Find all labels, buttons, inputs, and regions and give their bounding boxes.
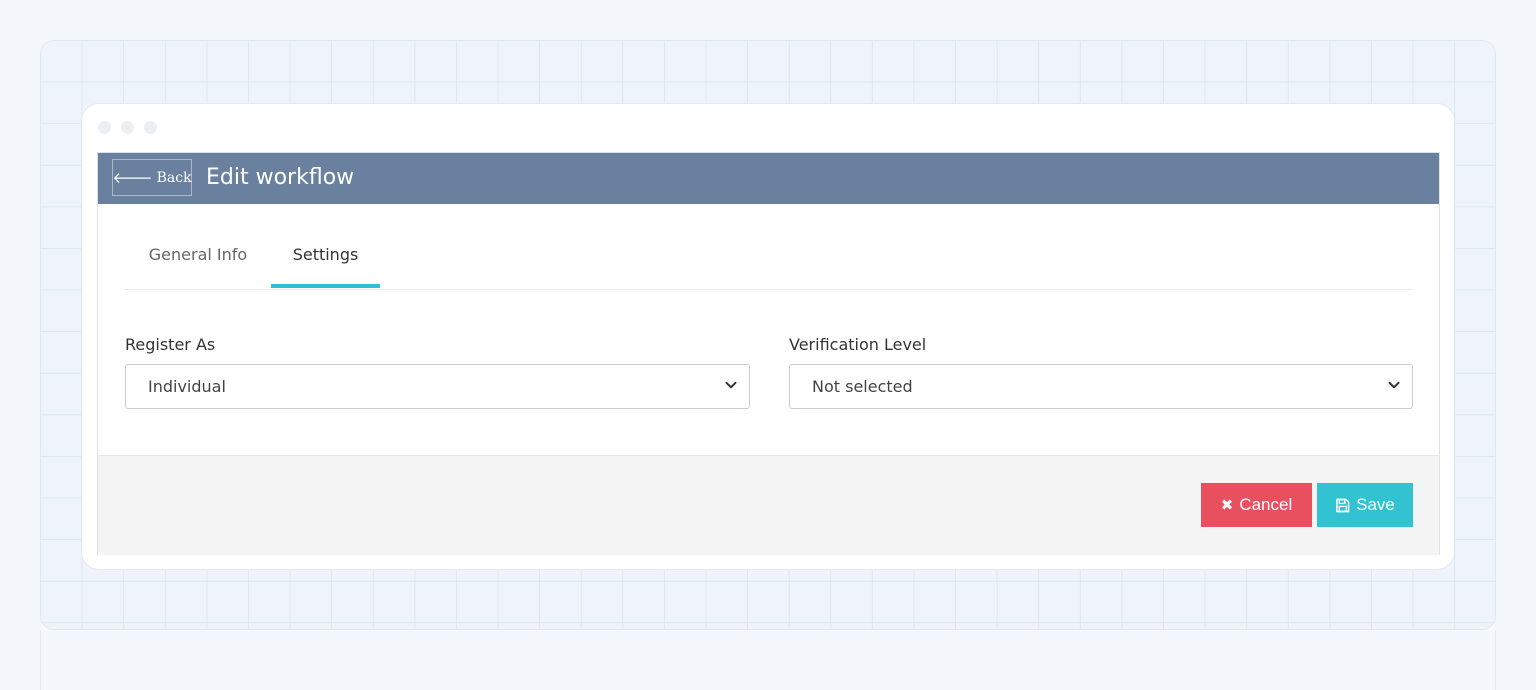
window-dot xyxy=(144,121,157,134)
register-as-select[interactable]: Individual xyxy=(125,364,750,409)
background-lower-panel xyxy=(40,630,1496,690)
arrow-left-icon: 🡐 xyxy=(112,169,153,187)
cancel-button[interactable]: ✖ Cancel xyxy=(1201,483,1312,527)
verification-level-select[interactable]: Not selected xyxy=(789,364,1413,409)
floppy-disk-icon xyxy=(1336,498,1350,512)
form-footer: ✖ Cancel Save xyxy=(98,455,1439,555)
chevron-down-icon xyxy=(1388,381,1400,389)
verification-level-value: Not selected xyxy=(812,377,913,396)
back-button[interactable]: 🡐 Back xyxy=(112,159,192,196)
header-bar: 🡐 Back Edit workflow xyxy=(98,153,1439,204)
register-as-label: Register As xyxy=(125,335,216,354)
tab-settings[interactable]: Settings xyxy=(271,239,380,288)
back-label: Back xyxy=(156,169,192,186)
window-dot xyxy=(98,121,111,134)
tab-general-info[interactable]: General Info xyxy=(125,239,271,288)
save-label: Save xyxy=(1356,495,1395,514)
browser-window: 🡐 Back Edit workflow General Info Settin… xyxy=(81,103,1455,570)
save-button[interactable]: Save xyxy=(1317,483,1413,527)
window-dot xyxy=(121,121,134,134)
page-title: Edit workflow xyxy=(206,165,355,190)
edit-workflow-panel: 🡐 Back Edit workflow General Info Settin… xyxy=(97,152,1440,555)
chevron-down-icon xyxy=(725,381,737,389)
register-as-value: Individual xyxy=(148,377,226,396)
verification-level-label: Verification Level xyxy=(789,335,927,354)
cancel-label: Cancel xyxy=(1239,495,1293,514)
times-icon: ✖ xyxy=(1220,497,1234,514)
tab-bar: General Info Settings xyxy=(125,239,1413,290)
